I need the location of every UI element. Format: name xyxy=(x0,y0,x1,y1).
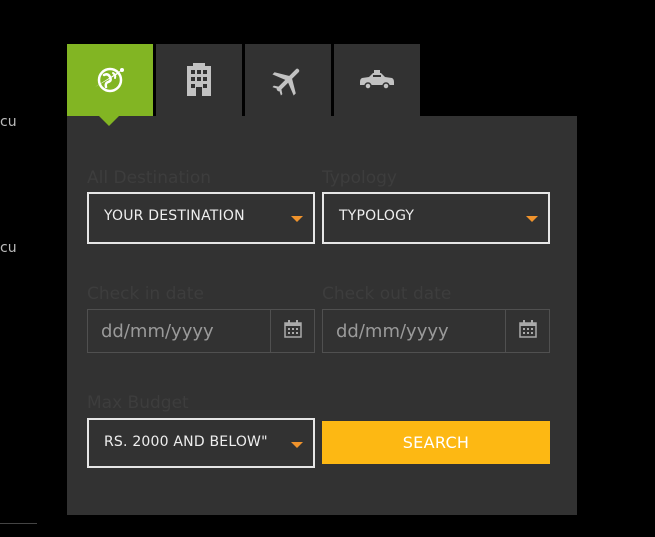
globe-icon xyxy=(91,61,129,99)
budget-label: Max Budget xyxy=(87,393,189,413)
search-button[interactable]: SEARCH xyxy=(322,421,550,464)
checkout-label: Check out date xyxy=(322,284,452,304)
tab-taxi[interactable] xyxy=(334,44,420,116)
checkout-input[interactable] xyxy=(323,310,506,352)
edge-text: cu xyxy=(0,114,17,130)
checkout-date-field xyxy=(322,309,550,353)
destination-value: YOUR DESTINATION xyxy=(104,208,245,224)
typology-label: Typology xyxy=(322,168,397,188)
chevron-down-icon xyxy=(291,216,303,222)
budget-select[interactable]: RS. 2000 AND BELOW" xyxy=(87,418,315,468)
checkin-label: Check in date xyxy=(87,284,204,304)
search-panel: All Destination Typology YOUR DESTINATIO… xyxy=(67,116,577,515)
checkout-calendar-button[interactable] xyxy=(505,310,549,352)
divider xyxy=(0,523,37,524)
airplane-icon xyxy=(270,62,306,98)
taxi-icon xyxy=(359,70,395,90)
calendar-icon xyxy=(283,319,302,343)
tab-hotels[interactable] xyxy=(156,44,242,116)
destination-label: All Destination xyxy=(87,168,212,188)
chevron-down-icon xyxy=(526,216,538,222)
budget-value: RS. 2000 AND BELOW" xyxy=(104,434,268,450)
checkin-input[interactable] xyxy=(88,310,271,352)
search-tabs xyxy=(67,44,420,126)
tab-destinations[interactable] xyxy=(67,44,153,126)
chevron-down-icon xyxy=(291,442,303,448)
typology-select[interactable]: TYPOLOGY xyxy=(322,192,550,244)
building-icon xyxy=(185,63,213,97)
tab-flights[interactable] xyxy=(245,44,331,116)
checkin-date-field xyxy=(87,309,315,353)
typology-value: TYPOLOGY xyxy=(339,208,415,224)
edge-text: cu xyxy=(0,240,17,256)
calendar-icon xyxy=(518,319,537,343)
checkin-calendar-button[interactable] xyxy=(270,310,314,352)
destination-select[interactable]: YOUR DESTINATION xyxy=(87,192,315,244)
